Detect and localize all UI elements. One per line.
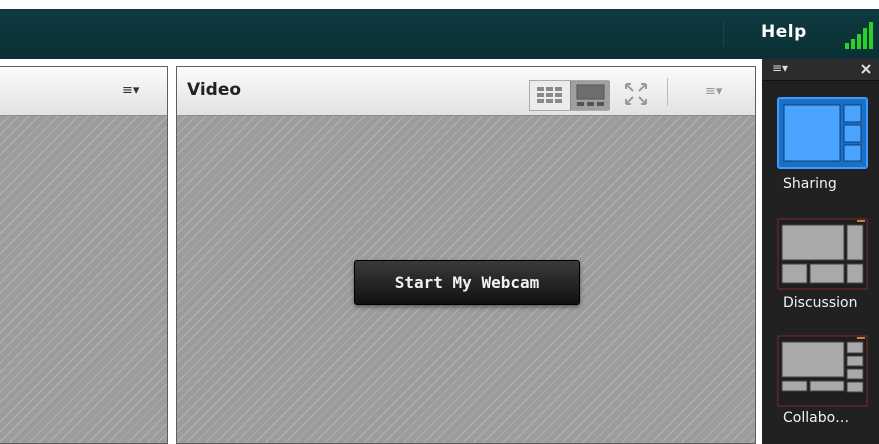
start-webcam-button[interactable]: Start My Webcam — [354, 260, 580, 305]
help-menu[interactable]: Help — [761, 22, 807, 42]
left-pod-body — [0, 116, 167, 443]
sharing-layout-thumbnail[interactable] — [777, 97, 868, 169]
video-pod-header: Video ≡▾ — [177, 67, 755, 116]
pin-icon[interactable] — [861, 63, 871, 75]
top-bar: Help — [0, 9, 879, 59]
layout-label-collaboration[interactable]: Collabo… — [783, 410, 849, 426]
left-pod: ≡▾ — [0, 66, 168, 444]
grid-view-icon[interactable] — [530, 81, 570, 110]
pod-options-menu-icon[interactable]: ≡▾ — [122, 83, 139, 98]
video-view-toggle[interactable] — [529, 80, 610, 111]
topbar-divider — [723, 21, 724, 47]
left-pod-header: ≡▾ — [0, 67, 167, 116]
layouts-strip: ≡▾ Sharing Discussion Collabo… — [762, 59, 879, 444]
header-divider — [667, 78, 668, 106]
layout-label-sharing[interactable]: Sharing — [783, 176, 837, 192]
fullscreen-icon[interactable] — [623, 81, 649, 107]
video-pod: Video ≡▾ Start My Webcam — [176, 66, 756, 444]
layouts-strip-toolbar: ≡▾ — [762, 59, 879, 81]
video-pod-body: Start My Webcam — [177, 116, 755, 443]
video-options-menu-icon[interactable]: ≡▾ — [705, 84, 722, 99]
layout-label-discussion[interactable]: Discussion — [783, 295, 857, 311]
connection-signal-icon — [845, 22, 873, 49]
video-pod-title: Video — [187, 80, 242, 100]
layouts-menu-icon[interactable]: ≡▾ — [772, 61, 788, 75]
collaboration-layout-thumbnail[interactable] — [777, 335, 868, 407]
discussion-layout-thumbnail[interactable] — [777, 218, 868, 290]
filmstrip-view-icon[interactable] — [570, 81, 610, 110]
